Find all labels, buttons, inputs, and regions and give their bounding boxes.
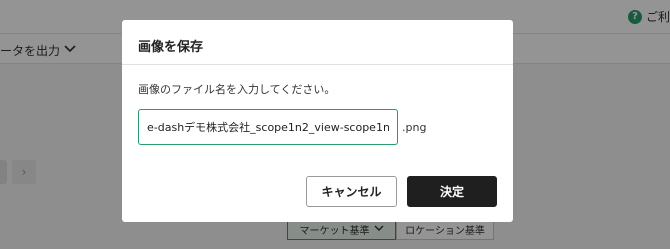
dialog-message: 画像のファイル名を入力してください。 xyxy=(138,83,336,96)
cancel-button[interactable]: キャンセル xyxy=(306,176,397,207)
save-image-dialog: 画像を保存 画像のファイル名を入力してください。 .png キャンセル 決定 xyxy=(122,20,513,222)
dialog-title: 画像を保存 xyxy=(138,40,204,55)
file-extension-label: .png xyxy=(402,121,427,134)
confirm-button[interactable]: 決定 xyxy=(407,176,497,207)
dialog-divider xyxy=(122,64,513,65)
filename-input[interactable] xyxy=(138,109,398,145)
